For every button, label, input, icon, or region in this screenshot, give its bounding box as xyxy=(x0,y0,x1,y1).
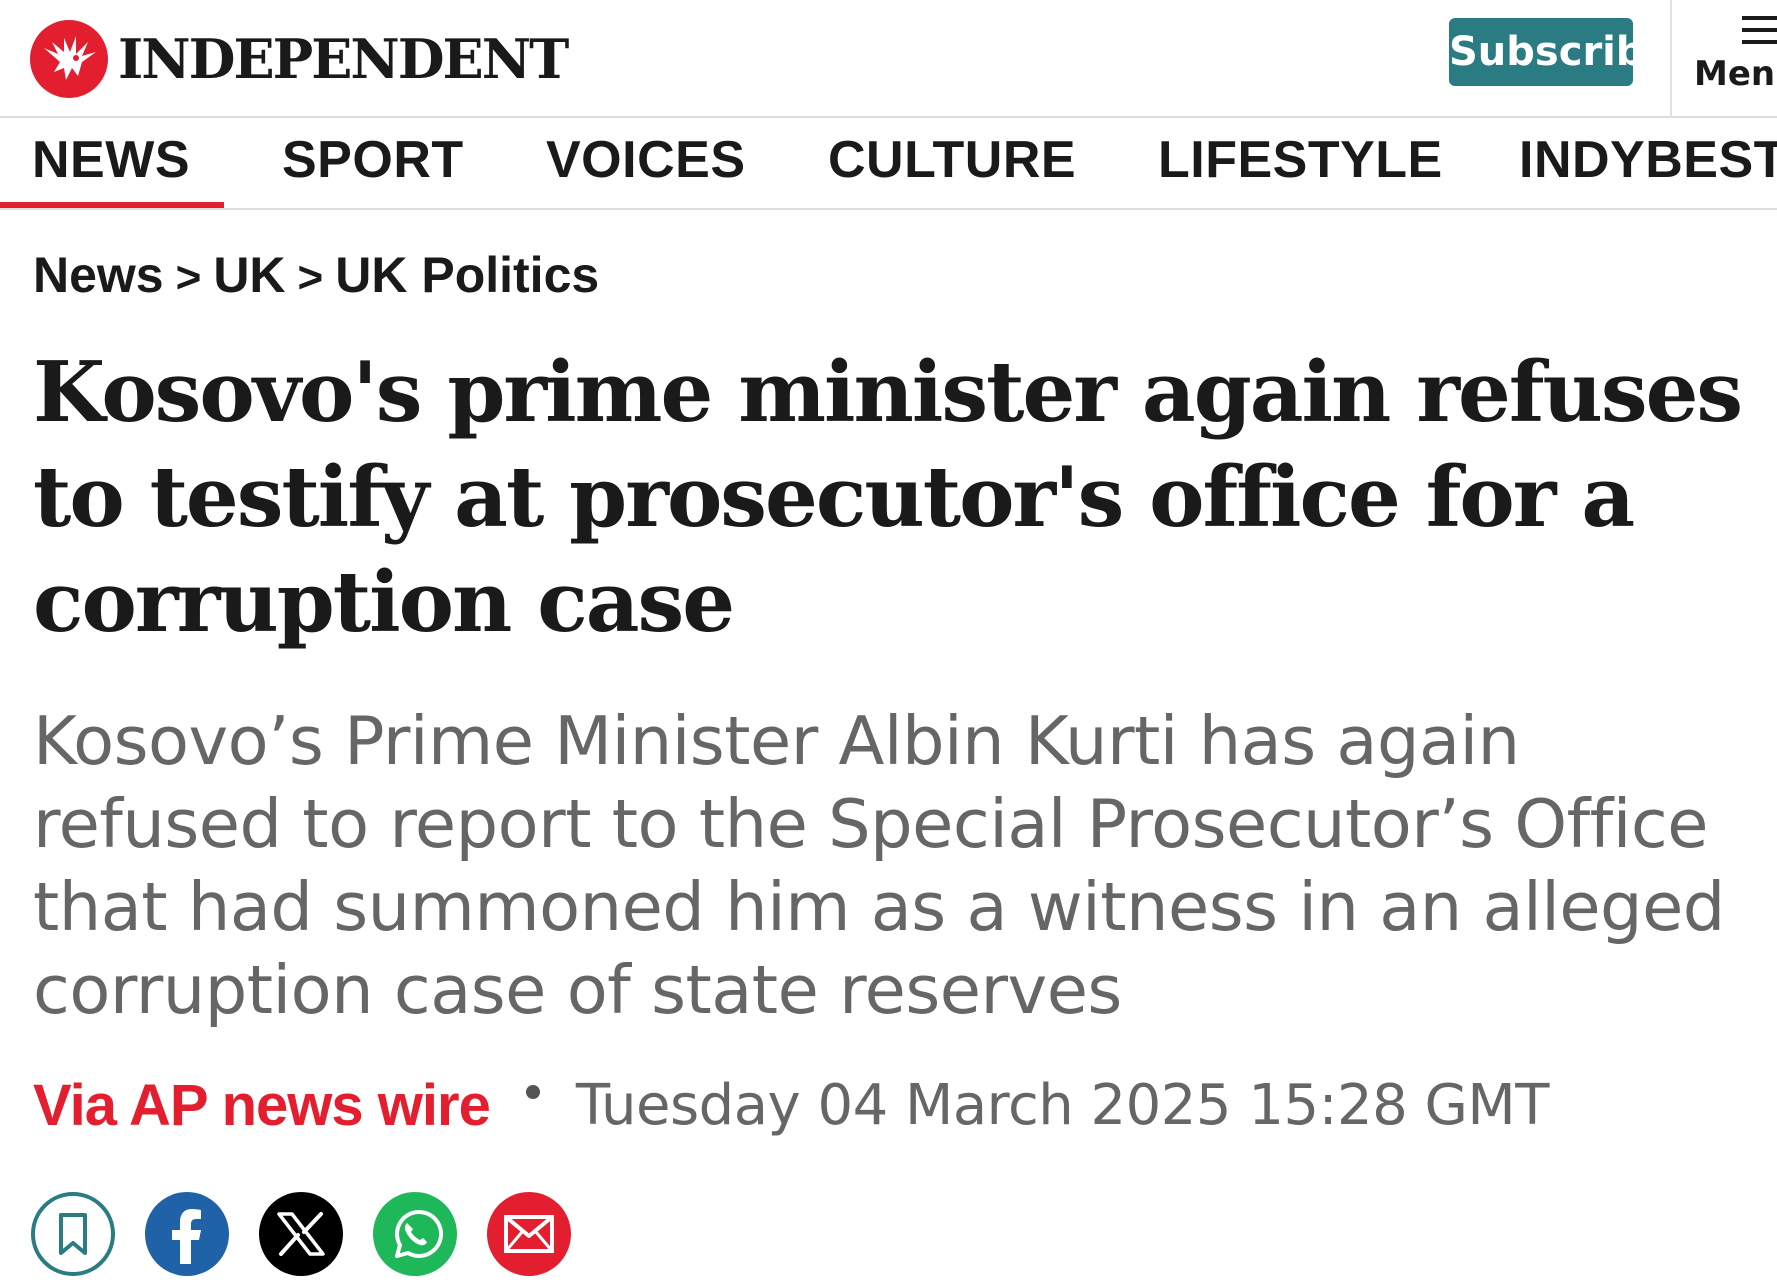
email-icon xyxy=(504,1215,554,1253)
nav-item-lifestyle[interactable]: LIFESTYLE xyxy=(1158,118,1443,208)
x-share-button[interactable] xyxy=(259,1192,343,1276)
eagle-icon xyxy=(30,20,108,98)
byline-author[interactable]: Via AP news wire xyxy=(33,1072,491,1139)
facebook-icon xyxy=(172,1209,201,1264)
article-byline: Via AP news wire Tuesday 04 March 2025 1… xyxy=(33,1072,1549,1139)
publish-date: Tuesday 04 March 2025 15:28 GMT xyxy=(575,1073,1550,1138)
hamburger-icon xyxy=(1742,16,1777,44)
header-divider xyxy=(1670,0,1672,118)
article-headline: Kosovo's prime minister again refuses to… xyxy=(33,343,1743,651)
site-logo-text: INDEPENDENT xyxy=(118,27,569,91)
facebook-share-button[interactable] xyxy=(145,1192,229,1276)
menu-label: Menu xyxy=(1694,54,1777,94)
breadcrumb-news[interactable]: News xyxy=(33,247,164,303)
subscribe-button[interactable]: Subscribe xyxy=(1449,18,1633,86)
breadcrumb-uk-politics[interactable]: UK Politics xyxy=(335,247,599,303)
email-share-button[interactable] xyxy=(487,1192,571,1276)
breadcrumb-separator: > xyxy=(175,253,202,302)
breadcrumb-uk[interactable]: UK xyxy=(213,247,285,303)
bookmark-button[interactable] xyxy=(31,1192,115,1276)
nav-item-indybest[interactable]: INDYBEST xyxy=(1519,118,1777,208)
whatsapp-icon xyxy=(395,1209,443,1258)
nav-item-sport[interactable]: SPORT xyxy=(282,118,464,208)
breadcrumb: News > UK > UK Politics xyxy=(33,246,599,304)
nav-item-culture[interactable]: CULTURE xyxy=(828,118,1076,208)
share-bar xyxy=(31,1192,571,1276)
breadcrumb-separator: > xyxy=(297,253,324,302)
bookmark-icon xyxy=(59,1213,87,1255)
menu-button[interactable]: Menu xyxy=(1694,8,1777,108)
site-logo[interactable]: INDEPENDENT xyxy=(30,14,569,104)
nav-item-voices[interactable]: VOICES xyxy=(546,118,746,208)
byline-separator-dot xyxy=(525,1084,540,1099)
main-nav: NEWS SPORT VOICES CULTURE LIFESTYLE INDY… xyxy=(0,118,1777,210)
article-standfirst: Kosovo’s Prime Minister Albin Kurti has … xyxy=(33,702,1725,1029)
nav-item-news[interactable]: NEWS xyxy=(0,118,224,208)
whatsapp-share-button[interactable] xyxy=(373,1192,457,1276)
x-icon xyxy=(277,1212,325,1256)
site-header: INDEPENDENT Subscribe Menu xyxy=(0,0,1777,118)
